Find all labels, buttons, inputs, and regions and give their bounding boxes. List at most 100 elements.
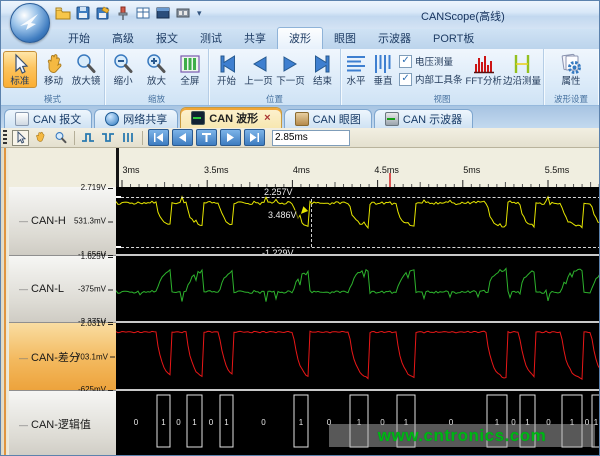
next-page-button[interactable]: 下一页 [275,51,306,88]
can-h-waveform[interactable]: 2.257V 3.486V -1.229V [116,187,600,256]
step-forward-button[interactable] [220,129,241,146]
channel-row-can-diff[interactable]: CAN-差分 2.031V 703.1mV -625mV [9,323,116,391]
ribbon-group-view: 水平 垂直 ✓ 电压测量 ✓ 内部工具条 [341,49,544,105]
doc-tab-CAN 报文[interactable]: CAN 报文 [4,109,92,128]
cursor-bottom-value: -1.229V [260,248,296,256]
ribbon-tab-报文[interactable]: 报文 [145,28,189,49]
svg-text:1: 1 [192,418,197,427]
edge-measure-button[interactable]: 边沿测量 [503,51,541,88]
cursor-delta-value: 3.486V [266,210,299,220]
hand-icon [42,52,66,76]
ribbon-tab-共享[interactable]: 共享 [233,28,277,49]
properties-button[interactable]: 属性 [555,51,588,88]
close-tab-icon[interactable]: × [264,112,270,124]
can-l-waveform[interactable] [116,256,600,323]
go-end-button[interactable]: 结束 [307,51,338,88]
falling-edge-button[interactable] [100,130,117,146]
ribbon-tab-示波器[interactable]: 示波器 [367,28,422,49]
scale-value: 1.625V [81,252,113,261]
ribbon-tab-PORT板[interactable]: PORT板 [422,28,485,49]
svg-text:1: 1 [299,418,304,427]
doc-tab-CAN 眼图[interactable]: CAN 眼图 [284,109,372,128]
hand-tool-button[interactable] [32,130,49,146]
ribbon-tab-开始[interactable]: 开始 [57,28,101,49]
full-screen-icon [178,52,202,76]
vertical-button[interactable]: 垂直 [370,51,396,88]
magnifier-mode-button[interactable]: 放大镜 [70,51,102,88]
save-as-icon[interactable] [95,5,111,21]
magnifier-tool-button[interactable] [52,130,69,146]
svg-text:5ms: 5ms [463,165,481,175]
step-back-button[interactable] [172,129,193,146]
waveform-toolbar [1,128,600,148]
cursor-top-value: 2.257V [262,187,295,197]
logo-plane-icon [18,12,42,32]
ribbon: 标准 移动 放大镜 模式 [1,49,600,106]
go-first-icon [215,52,239,76]
standard-mode-button[interactable]: 标准 [3,51,37,88]
measure-line-top[interactable] [116,197,600,198]
channel-row-can-l[interactable]: CAN-L 1.625V -375mV -2.375V [9,256,116,323]
prev-page-button[interactable]: 上一页 [243,51,274,88]
channel-row-can-h[interactable]: CAN-H 2.719V 531.3mV -1.656V [9,187,116,256]
collapsed-side-panel[interactable] [1,148,9,456]
full-screen-button[interactable]: 全屏 [174,51,206,88]
pointer-icon [8,52,32,76]
pointer-tool-button[interactable] [12,130,29,146]
svg-text:0: 0 [261,418,266,427]
scale-value: 703.1mV [76,352,115,361]
voltage-measure-checkbox[interactable]: ✓ 电压测量 [399,54,463,68]
move-mode-button[interactable]: 移动 [38,51,70,88]
ribbon-tab-高级[interactable]: 高级 [101,28,145,49]
measure-line-bottom[interactable] [116,247,600,248]
ribbon-tab-眼图[interactable]: 眼图 [323,28,367,49]
open-folder-icon[interactable] [55,5,71,21]
channel-row-can-logic[interactable]: CAN-逻辑值 [9,391,116,456]
svg-text:3ms: 3ms [122,165,140,175]
rising-edge-button[interactable] [80,130,97,146]
go-first-button[interactable] [148,129,169,146]
pin-icon[interactable] [115,5,131,21]
doc-tab-CAN 波形[interactable]: CAN 波形× [180,107,281,128]
zoom-in-button[interactable]: 放大 [140,51,172,88]
go-start-button[interactable]: 开始 [211,51,242,88]
waveform-view: CAN-H 2.719V 531.3mV -1.656V CAN-L 1.625… [1,148,600,456]
trigger-position-button[interactable] [196,129,217,146]
can-diff-waveform[interactable] [116,323,600,391]
time-ruler[interactable]: 3ms3.5ms4ms4.5ms5ms5.5ms6ms [116,148,600,187]
svg-text:4ms: 4ms [293,165,311,175]
i-wave-icon [191,111,205,125]
zoom-out-button[interactable]: 缩小 [107,51,139,88]
doc-tab-网络共享[interactable]: 网络共享 [94,109,178,128]
ribbon-tab-波形[interactable]: 波形 [277,27,323,49]
window-icon[interactable] [155,5,171,21]
ribbon-group-mode: 标准 移动 放大镜 模式 [1,49,105,105]
checkbox-checked-icon: ✓ [399,55,412,68]
ribbon-tab-测试[interactable]: 测试 [189,28,233,49]
scale-value: 531.3mV [74,217,113,226]
fft-analysis-button[interactable]: FFT分析 [466,51,502,88]
svg-text:3.5ms: 3.5ms [204,165,229,175]
horizontal-button[interactable]: 水平 [343,51,369,88]
can-logic-waveform[interactable]: 01010101010101010101 www.cntronics.com [116,391,600,456]
time-position-input[interactable] [272,130,350,146]
film-icon[interactable] [175,5,191,21]
toolbar-grip[interactable] [3,130,7,146]
grid-icon[interactable] [135,5,151,21]
internal-toolbar-checkbox[interactable]: ✓ 内部工具条 [399,72,463,86]
go-last-button[interactable] [244,129,265,146]
zoom-out-icon [111,52,135,76]
window-title: CANScope(高线) [421,8,505,24]
scale-value: 2.719V [81,183,113,192]
doc-tab-CAN 示波器[interactable]: CAN 示波器 [374,109,473,128]
more-dropdown-icon[interactable]: ▾ [197,8,202,19]
arrow-left-icon [247,52,271,76]
all-edges-button[interactable] [120,130,137,146]
application-menu-button[interactable] [10,3,50,43]
save-icon[interactable] [75,5,91,21]
measure-line-handle[interactable] [116,196,121,198]
measure-line-handle[interactable] [116,246,121,248]
toolbar-separator [142,131,143,145]
cursor-vertical-line[interactable] [311,199,312,247]
channel-name: CAN-L [19,283,64,295]
